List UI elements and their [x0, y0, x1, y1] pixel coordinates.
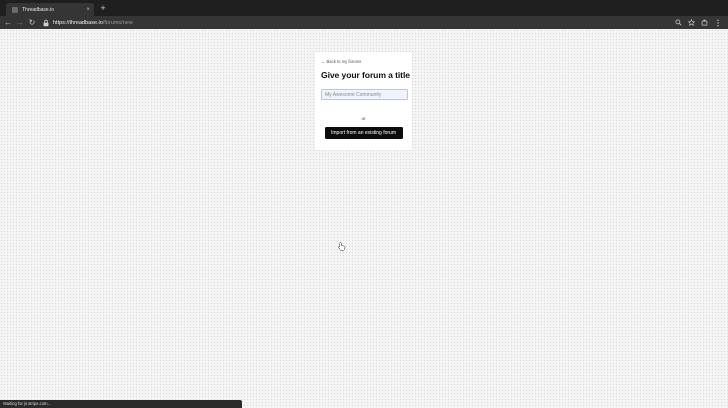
back-button[interactable]: ← — [2, 17, 14, 29]
browser-toolbar: ← → ↻ https://threadbase.io/forums/new — [0, 16, 728, 29]
tab-strip: Threadbase.io × + — [0, 0, 728, 16]
address-bar[interactable]: https://threadbase.io/forums/new — [42, 18, 664, 28]
back-to-forums-link[interactable]: ← Back to my forums — [321, 59, 406, 64]
back-arrow-icon: ← — [321, 59, 326, 64]
url-host: https://threadbase.io — [53, 19, 103, 26]
lock-icon — [43, 19, 49, 26]
extension-icon[interactable] — [698, 17, 711, 29]
reload-button[interactable]: ↻ — [26, 17, 38, 29]
kebab-menu-icon[interactable] — [711, 17, 724, 29]
star-icon[interactable] — [685, 17, 698, 29]
back-link-label: Back to my forums — [326, 59, 362, 64]
page-title: Give your forum a title — [321, 70, 410, 80]
new-forum-card: ← Back to my forums Give your forum a ti… — [315, 52, 412, 150]
url-path: /forums/new — [102, 19, 133, 26]
search-icon[interactable] — [672, 17, 685, 29]
tab-title: Threadbase.io — [22, 6, 54, 13]
import-forum-button[interactable]: Import from an existing forum — [324, 127, 403, 139]
toolbar-actions — [672, 17, 724, 29]
favicon-icon — [12, 6, 18, 13]
forward-button[interactable]: → — [14, 17, 26, 29]
new-tab-button[interactable]: + — [98, 3, 108, 14]
page-viewport: ← Back to my forums Give your forum a ti… — [0, 29, 728, 408]
browser-tab[interactable]: Threadbase.io × — [6, 3, 94, 16]
status-bar: Waiting for js.stripe.com... — [0, 400, 242, 408]
hand-pointer-icon — [338, 242, 346, 251]
tab-close-icon[interactable]: × — [86, 7, 90, 13]
or-divider: or — [361, 116, 366, 121]
forum-title-input[interactable] — [321, 89, 408, 100]
url-text: https://threadbase.io/forums/new — [53, 20, 133, 26]
